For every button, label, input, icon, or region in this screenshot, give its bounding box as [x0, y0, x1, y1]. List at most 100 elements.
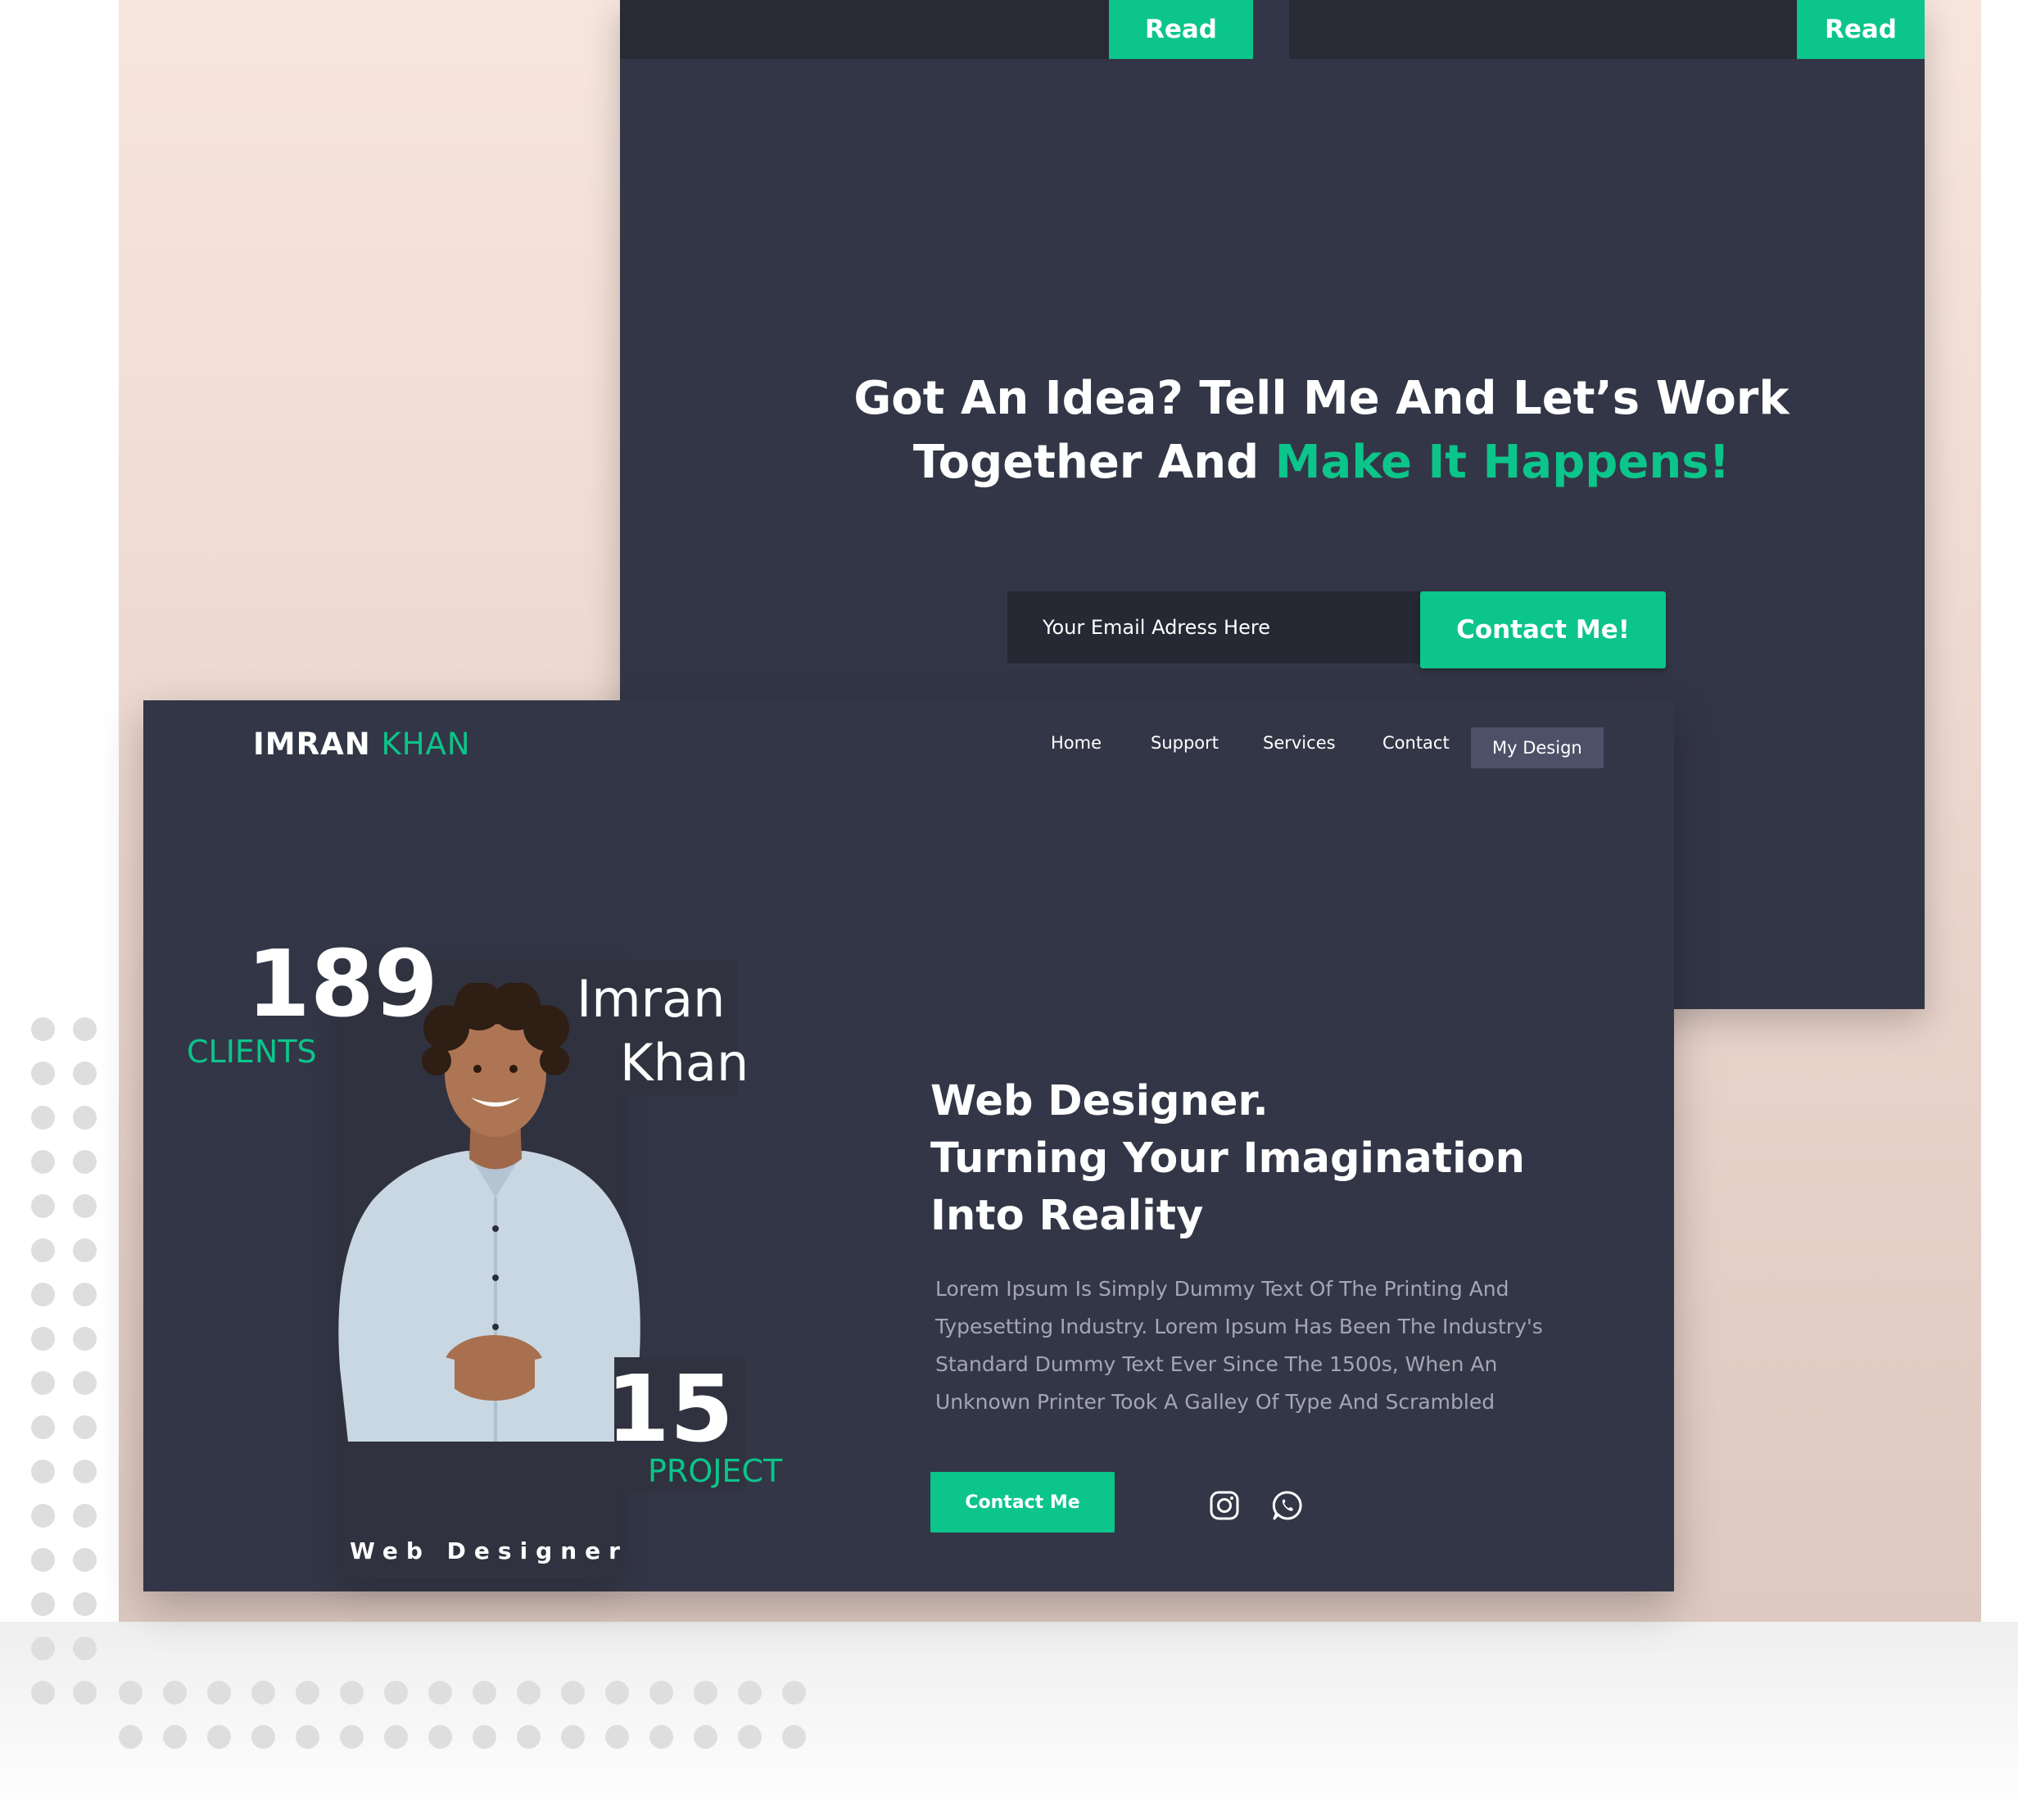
decorative-dot	[561, 1681, 585, 1705]
decorative-dot	[296, 1725, 319, 1749]
cta-heading: Got An Idea? Tell Me And Let’s Work Toge…	[620, 367, 1925, 495]
decorative-dot	[73, 1062, 97, 1085]
decorative-dot	[473, 1681, 496, 1705]
whatsapp-icon[interactable]	[1271, 1489, 1304, 1522]
decorative-dot	[31, 1283, 55, 1306]
hero-title-line: Turning Your Imagination	[930, 1134, 1525, 1183]
read-button[interactable]: Read	[1797, 0, 1925, 59]
mockup-stage: Read Read Got An Idea? Tell Me And Let’s…	[0, 0, 2018, 1820]
decorative-dot	[340, 1681, 364, 1705]
logo-last-name: KHAN	[381, 727, 471, 762]
decorative-dot	[384, 1725, 408, 1749]
decorative-dot	[163, 1725, 187, 1749]
decorative-dot	[73, 1371, 97, 1395]
decorative-dot	[73, 1460, 97, 1483]
decorative-dot	[428, 1681, 452, 1705]
decorative-dot	[31, 1106, 55, 1130]
decorative-dot	[782, 1681, 806, 1705]
decorative-dot	[73, 1106, 97, 1130]
decorative-dot	[605, 1681, 629, 1705]
projects-label: PROJECT	[648, 1453, 783, 1489]
hero-description-line: Unknown Printer Took A Galley Of Type An…	[935, 1390, 1495, 1414]
decorative-dot	[738, 1725, 762, 1749]
decorative-dot	[73, 1150, 97, 1174]
decorative-dot	[163, 1681, 187, 1705]
decorative-dot	[73, 1283, 97, 1306]
cta-heading-line: Together And Make It Happens!	[718, 431, 1925, 495]
decorative-dot	[31, 1194, 55, 1218]
decorative-dot	[31, 1062, 55, 1085]
hero-title: Web Designer. Turning Your Imagination I…	[930, 1073, 1569, 1245]
decorative-dot	[605, 1725, 629, 1749]
decorative-dot	[694, 1725, 717, 1749]
hero-description: Lorem Ipsum Is Simply Dummy Text Of The …	[935, 1270, 1558, 1421]
nav-home[interactable]: Home	[1051, 733, 1102, 753]
contact-me-submit-button[interactable]: Contact Me!	[1420, 591, 1666, 668]
projects-count: 15	[606, 1356, 734, 1463]
decorative-dot	[473, 1725, 496, 1749]
contact-me-button[interactable]: Contact Me	[930, 1472, 1115, 1533]
decorative-dot	[73, 1017, 97, 1041]
email-input[interactable]: Your Email Adress Here	[1007, 591, 1420, 663]
read-button[interactable]: Read	[1109, 0, 1253, 59]
decorative-dot	[31, 1017, 55, 1041]
decorative-dot	[782, 1725, 806, 1749]
cta-heading-accent: Make It Happens!	[1274, 436, 1731, 489]
decorative-dot	[31, 1415, 55, 1439]
logo[interactable]: IMRAN KHAN	[253, 727, 471, 762]
decorative-dot	[73, 1194, 97, 1218]
hero-section: IMRAN KHAN Home Support Services Contact…	[143, 700, 1674, 1591]
decorative-dot	[31, 1504, 55, 1528]
decorative-dot	[119, 1681, 143, 1705]
decorative-dot	[31, 1327, 55, 1351]
nav-support[interactable]: Support	[1151, 733, 1219, 753]
decorative-dot	[31, 1150, 55, 1174]
decorative-dot	[31, 1238, 55, 1262]
decorative-dot	[31, 1548, 55, 1572]
cta-heading-line: Got An Idea? Tell Me And Let’s Work	[853, 372, 1790, 425]
decorative-dot	[73, 1548, 97, 1572]
decorative-dot	[340, 1725, 364, 1749]
decorative-dot	[73, 1327, 97, 1351]
nav-services[interactable]: Services	[1263, 733, 1336, 753]
decorative-dot	[31, 1371, 55, 1395]
name-first: Imran	[577, 969, 726, 1029]
decorative-dot	[207, 1725, 231, 1749]
decorative-dot	[73, 1238, 97, 1262]
floor-shadow	[0, 1622, 2018, 1820]
decorative-dot	[31, 1592, 55, 1616]
decorative-dot	[251, 1681, 275, 1705]
decorative-dot	[649, 1725, 673, 1749]
hero-title-line: Web Designer.	[930, 1077, 1269, 1125]
decorative-dot	[251, 1725, 275, 1749]
nav-contact[interactable]: Contact	[1382, 733, 1450, 753]
nav-my-design[interactable]: My Design	[1471, 727, 1604, 768]
clients-label: CLIENTS	[187, 1034, 317, 1070]
cta-heading-text: Together And	[912, 436, 1275, 489]
decorative-dot	[207, 1681, 231, 1705]
decorative-dot	[428, 1725, 452, 1749]
decorative-dot	[384, 1681, 408, 1705]
decorative-dot	[73, 1637, 97, 1660]
decorative-dot	[73, 1504, 97, 1528]
hero-description-line: Lorem Ipsum Is Simply Dummy Text Of The …	[935, 1277, 1509, 1301]
instagram-icon[interactable]	[1208, 1489, 1241, 1522]
role-caption: Web Designer	[350, 1537, 628, 1564]
decorative-dot	[561, 1725, 585, 1749]
decorative-dot	[694, 1681, 717, 1705]
name-last: Khan	[620, 1033, 749, 1093]
decorative-dot	[31, 1460, 55, 1483]
decorative-dot	[517, 1725, 541, 1749]
decorative-dot	[73, 1415, 97, 1439]
decorative-dot	[738, 1681, 762, 1705]
decorative-dot	[31, 1681, 55, 1705]
clients-count: 189	[247, 931, 438, 1038]
decorative-dot	[31, 1637, 55, 1660]
hero-title-line: Into Reality	[930, 1192, 1204, 1240]
hero-description-line: Standard Dummy Text Ever Since The 1500s…	[935, 1352, 1498, 1376]
decorative-dot	[649, 1681, 673, 1705]
decorative-dot	[517, 1681, 541, 1705]
hero-description-line: Typesetting Industry. Lorem Ipsum Has Be…	[935, 1315, 1543, 1338]
decorative-dot	[119, 1725, 143, 1749]
decorative-dot	[296, 1681, 319, 1705]
